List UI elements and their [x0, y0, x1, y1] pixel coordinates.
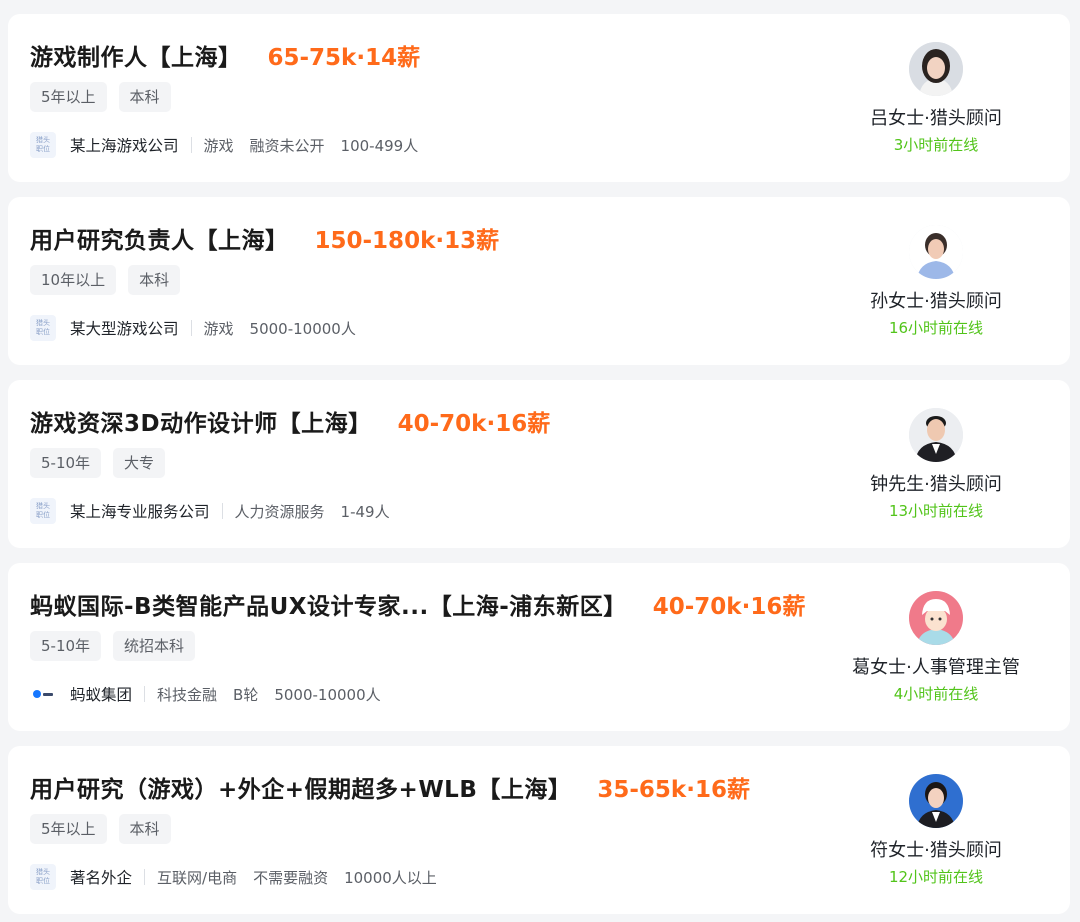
- job-title[interactable]: 用户研究负责人【上海】: [30, 221, 289, 255]
- online-status: 3小时前在线: [893, 136, 979, 154]
- tag-education: 本科: [118, 814, 171, 844]
- online-status: 4小时前在线: [893, 685, 979, 703]
- job-tags: 5-10年 统招本科: [30, 631, 196, 661]
- female-avatar-icon[interactable]: [909, 42, 963, 96]
- divider: [221, 503, 223, 519]
- company-name[interactable]: 某上海专业服务公司: [70, 500, 210, 522]
- cartoon-avatar-icon[interactable]: [909, 591, 963, 645]
- online-status: 13小时前在线: [888, 502, 984, 520]
- job-title-row: 用户研究（游戏）+外企+假期超多+WLB【上海】 35-65k·16薪: [30, 770, 810, 804]
- recruiter[interactable]: 孙女士·猎头顾问 16小时前在线: [836, 225, 1036, 338]
- divider: [144, 686, 146, 702]
- online-status: 16小时前在线: [888, 319, 984, 337]
- company-funding: 不需要融资: [253, 868, 329, 887]
- company-size: 100-499人: [340, 136, 419, 155]
- logo-text-line: 猎头: [36, 136, 50, 144]
- recruiter[interactable]: 符女士·猎头顾问 12小时前在线: [836, 774, 1036, 887]
- salary: 65-75k·14薪: [267, 45, 421, 71]
- job-title-row: 游戏资深3D动作设计师【上海】 40-70k·16薪: [30, 404, 810, 438]
- logo-text-line: 猎头: [36, 868, 50, 876]
- job-title[interactable]: 游戏制作人【上海】: [30, 38, 242, 72]
- tag-education: 本科: [118, 82, 171, 112]
- recruiter[interactable]: 葛女士·人事管理主管 4小时前在线: [836, 591, 1036, 704]
- logo-text-line: 猎头: [36, 502, 50, 510]
- company-size: 1-49人: [340, 502, 390, 521]
- tag-experience: 5年以上: [30, 82, 107, 112]
- company-industry: 游戏: [203, 319, 234, 338]
- tag-experience: 5年以上: [30, 814, 107, 844]
- job-title-row: 用户研究负责人【上海】 150-180k·13薪: [30, 221, 810, 255]
- tag-experience: 10年以上: [30, 265, 117, 295]
- recruiter-name: 孙女士·猎头顾问: [870, 291, 1002, 312]
- company-row: 猎头 职位 某上海游戏公司 游戏 融资未公开 100-499人: [30, 132, 434, 158]
- ant-group-logo-icon: [30, 681, 56, 707]
- job-tags: 5年以上 本科: [30, 82, 171, 112]
- company-size: 10000人以上: [344, 868, 437, 887]
- tag-education: 统招本科: [113, 631, 196, 661]
- divider: [144, 869, 146, 885]
- job-card[interactable]: 游戏资深3D动作设计师【上海】 40-70k·16薪 5-10年 大专 猎头 职…: [8, 380, 1070, 548]
- logo-text-line: 猎头: [36, 319, 50, 327]
- divider: [190, 320, 192, 336]
- job-title[interactable]: 蚂蚁国际-B类智能产品UX设计专家...【上海-浦东新区】: [30, 587, 627, 621]
- female-avatar-icon[interactable]: [909, 225, 963, 279]
- company-row: 猎头 职位 著名外企 互联网/电商 不需要融资 10000人以上: [30, 864, 453, 890]
- job-tags: 5-10年 大专: [30, 448, 166, 478]
- company-name[interactable]: 著名外企: [70, 866, 132, 888]
- company-row: 蚂蚁集团 科技金融 B轮 5000-10000人: [30, 681, 397, 707]
- company-logo: 猎头 职位: [30, 315, 56, 341]
- tag-experience: 5-10年: [30, 631, 102, 661]
- company-row: 猎头 职位 某上海专业服务公司 人力资源服务 1-49人: [30, 498, 406, 524]
- job-card[interactable]: 用户研究负责人【上海】 150-180k·13薪 10年以上 本科 猎头 职位 …: [8, 197, 1070, 365]
- logo-text-line: 职位: [36, 877, 50, 885]
- job-title-row: 游戏制作人【上海】 65-75k·14薪: [30, 38, 810, 72]
- company-name[interactable]: 蚂蚁集团: [70, 683, 132, 705]
- recruiter-name: 葛女士·人事管理主管: [852, 657, 1020, 678]
- recruiter-name: 符女士·猎头顾问: [870, 840, 1002, 861]
- tag-experience: 5-10年: [30, 448, 102, 478]
- tag-education: 本科: [128, 265, 181, 295]
- company-industry: 游戏: [203, 136, 234, 155]
- divider: [190, 137, 192, 153]
- company-name[interactable]: 某上海游戏公司: [70, 134, 179, 156]
- job-title-row: 蚂蚁国际-B类智能产品UX设计专家...【上海-浦东新区】 40-70k·16薪: [30, 587, 810, 621]
- job-tags: 10年以上 本科: [30, 265, 181, 295]
- company-name[interactable]: 某大型游戏公司: [70, 317, 179, 339]
- salary: 35-65k·16薪: [597, 777, 750, 803]
- salary: 150-180k·13薪: [314, 228, 500, 254]
- online-status: 12小时前在线: [888, 868, 984, 886]
- company-size: 5000-10000人: [274, 685, 381, 704]
- company-logo: 猎头 职位: [30, 498, 56, 524]
- job-card[interactable]: 游戏制作人【上海】 65-75k·14薪 5年以上 本科 猎头 职位 某上海游戏…: [8, 14, 1070, 182]
- salary: 40-70k·16薪: [397, 411, 551, 437]
- recruiter-name: 吕女士·猎头顾问: [870, 108, 1002, 129]
- company-industry: 科技金融: [157, 685, 218, 704]
- company-industry: 人力资源服务: [234, 502, 325, 521]
- company-funding: 融资未公开: [249, 136, 325, 155]
- logo-text-line: 职位: [36, 511, 50, 519]
- female-avatar-icon[interactable]: [909, 774, 963, 828]
- logo-text-line: 职位: [36, 328, 50, 336]
- recruiter-name: 钟先生·猎头顾问: [870, 474, 1002, 495]
- logo-text-line: 职位: [36, 145, 50, 153]
- company-industry: 互联网/电商: [157, 868, 238, 887]
- recruiter[interactable]: 吕女士·猎头顾问 3小时前在线: [836, 42, 1036, 155]
- job-title[interactable]: 游戏资深3D动作设计师【上海】: [30, 404, 372, 438]
- company-funding: B轮: [233, 685, 259, 704]
- job-title[interactable]: 用户研究（游戏）+外企+假期超多+WLB【上海】: [30, 770, 571, 804]
- company-size: 5000-10000人: [249, 319, 356, 338]
- company-logo: 猎头 职位: [30, 864, 56, 890]
- salary: 40-70k·16薪: [652, 594, 806, 620]
- job-card[interactable]: 用户研究（游戏）+外企+假期超多+WLB【上海】 35-65k·16薪 5年以上…: [8, 746, 1070, 914]
- job-tags: 5年以上 本科: [30, 814, 171, 844]
- company-logo: 猎头 职位: [30, 132, 56, 158]
- job-list: 游戏制作人【上海】 65-75k·14薪 5年以上 本科 猎头 职位 某上海游戏…: [0, 0, 1080, 922]
- recruiter[interactable]: 钟先生·猎头顾问 13小时前在线: [836, 408, 1036, 521]
- job-card[interactable]: 蚂蚁国际-B类智能产品UX设计专家...【上海-浦东新区】 40-70k·16薪…: [8, 563, 1070, 731]
- tag-education: 大专: [113, 448, 166, 478]
- male-avatar-icon[interactable]: [909, 408, 963, 462]
- company-row: 猎头 职位 某大型游戏公司 游戏 5000-10000人: [30, 315, 372, 341]
